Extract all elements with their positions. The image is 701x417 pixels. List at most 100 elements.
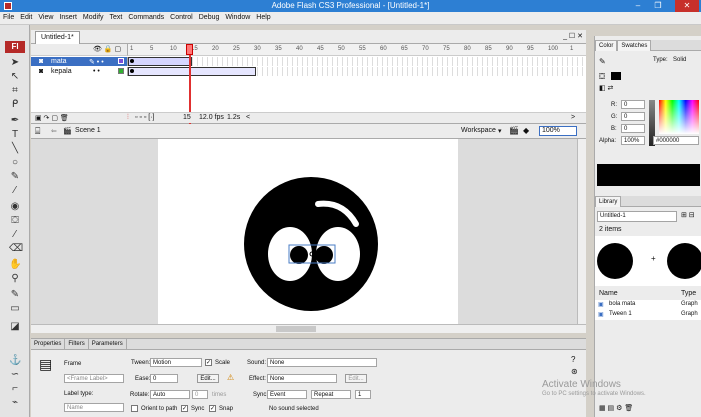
fill-color-icon[interactable]: ▭ xyxy=(9,303,21,315)
accessibility-icon[interactable]: ⊛ xyxy=(571,367,578,376)
snap-checkbox[interactable]: ✓ xyxy=(209,405,216,412)
tab-library[interactable]: Library xyxy=(595,196,622,207)
layer-row-kepala[interactable]: ◙ kepala • • xyxy=(31,67,128,76)
menu-modify[interactable]: Modify xyxy=(80,12,107,21)
horizontal-scrollbar[interactable] xyxy=(31,324,586,333)
smooth-icon[interactable]: ∽ xyxy=(9,369,21,381)
menu-commands[interactable]: Commands xyxy=(125,12,167,21)
effect-select[interactable]: None xyxy=(267,374,337,383)
pencil-tool-icon[interactable]: ✎ xyxy=(9,171,21,183)
col-type[interactable]: Type xyxy=(681,290,696,297)
snap-icon[interactable]: ⚓ xyxy=(9,355,21,367)
line-tool-icon[interactable]: ╲ xyxy=(9,143,21,155)
maximize-button[interactable]: ❐ xyxy=(649,0,667,12)
frame-row-mata[interactable] xyxy=(128,57,586,66)
sync-event-select[interactable]: Event xyxy=(267,390,307,399)
close-button[interactable]: ✕ xyxy=(675,0,699,12)
library-footer-icons[interactable]: ▦ ▤ ⚙ 🗑 xyxy=(599,404,633,412)
orient-checkbox[interactable] xyxy=(131,405,138,412)
sound-select[interactable]: None xyxy=(267,358,377,367)
library-doc-select[interactable]: Untitled-1 xyxy=(597,211,677,222)
workspace-menu[interactable]: Workspace xyxy=(461,127,496,134)
stage[interactable] xyxy=(158,139,458,324)
fill-color-icon[interactable]: ⛋ xyxy=(599,72,605,82)
insert-layer-icon[interactable]: ▣ ↷ ▢ 🗑 xyxy=(35,114,69,122)
brush-tool-icon[interactable]: ⁄ xyxy=(9,185,21,197)
eraser-tool-icon[interactable]: ⌫ xyxy=(9,243,23,255)
document-window-controls[interactable]: _ ☐ ✕ xyxy=(563,32,583,40)
layer-row-mata[interactable]: ◙ mata ✎ • • xyxy=(31,57,128,66)
menu-view[interactable]: View xyxy=(35,12,56,21)
library-item[interactable]: ▣ Tween 1 Graph xyxy=(595,310,701,320)
scale-checkbox[interactable]: ✓ xyxy=(205,359,212,366)
hex-input[interactable]: #000000 xyxy=(653,136,699,145)
edit-bar-icon[interactable]: ⌸ xyxy=(35,126,40,137)
scroll-left-icon[interactable]: < xyxy=(246,114,250,121)
rotate-select[interactable]: Auto xyxy=(150,390,190,399)
menu-help[interactable]: Help xyxy=(253,12,273,21)
swap-colors-icon[interactable]: ◧ ⇄ xyxy=(599,84,613,92)
alpha-input[interactable]: 100% xyxy=(621,136,645,145)
scroll-thumb[interactable] xyxy=(276,326,316,332)
type-select[interactable]: Solid xyxy=(673,57,686,63)
tab-untitled-1[interactable]: Untitled-1* xyxy=(35,31,80,44)
tab-properties[interactable]: Properties xyxy=(31,339,66,349)
onion-skin-icons[interactable]: ▫ ▫ ▫ [·] xyxy=(135,114,155,121)
label-type-select[interactable]: Name xyxy=(64,403,124,412)
ink-bottle-tool-icon[interactable]: ◉ xyxy=(9,201,21,213)
tab-parameters[interactable]: Parameters xyxy=(89,339,127,349)
outline-color-icon[interactable] xyxy=(118,68,124,74)
tween-select[interactable]: Motion xyxy=(150,358,202,367)
g-input[interactable]: 0 xyxy=(621,112,645,121)
back-arrow-icon[interactable]: ⇐ xyxy=(51,127,57,135)
effect-edit-button[interactable]: Edit... xyxy=(345,374,367,383)
menu-text[interactable]: Text xyxy=(107,12,126,21)
options-icon[interactable]: ⌁ xyxy=(9,397,21,409)
col-name[interactable]: Name xyxy=(599,290,618,297)
center-frame-icon[interactable]: ⫶ xyxy=(127,114,129,122)
help-icon[interactable]: ? xyxy=(571,355,575,364)
repeat-count-input[interactable]: 1 xyxy=(355,390,371,399)
lasso-tool-icon[interactable]: ᑭ xyxy=(9,99,21,111)
zoom-select[interactable]: 100% xyxy=(539,126,577,136)
frame-row-kepala[interactable] xyxy=(128,67,586,76)
eye-lock-outline-icons[interactable]: 👁 🔒 ▢ xyxy=(93,45,121,53)
subselection-tool-icon[interactable]: ↖ xyxy=(9,71,21,83)
tab-color[interactable]: Color xyxy=(595,40,618,51)
pin-icon[interactable]: ⊞ ⊟ xyxy=(681,211,695,219)
text-tool-icon[interactable]: T xyxy=(9,129,21,141)
black-white-icon[interactable]: ◪ xyxy=(9,321,21,333)
tab-swatches[interactable]: Swatches xyxy=(617,40,652,51)
straighten-icon[interactable]: ⌐ xyxy=(9,383,21,395)
fill-swatch[interactable] xyxy=(611,72,621,80)
menu-window[interactable]: Window xyxy=(222,12,253,21)
menu-debug[interactable]: Debug xyxy=(196,12,223,21)
menu-insert[interactable]: Insert xyxy=(56,12,80,21)
sync-repeat-select[interactable]: Repeat xyxy=(311,390,351,399)
rotate-times-input[interactable]: 0 xyxy=(192,390,208,399)
scroll-right-icon[interactable]: > xyxy=(571,114,575,121)
oval-tool-icon[interactable]: ○ xyxy=(9,157,21,169)
hand-tool-icon[interactable]: ✋ xyxy=(9,259,21,271)
zoom-tool-icon[interactable]: ⚲ xyxy=(9,273,21,285)
ease-input[interactable]: 0 xyxy=(150,374,178,383)
stroke-color-icon[interactable]: ✎ xyxy=(9,289,21,301)
edit-scene-icon[interactable]: 🎬 xyxy=(509,126,519,135)
library-item[interactable]: ▣ bola mata Graph xyxy=(595,300,701,310)
r-input[interactable]: 0 xyxy=(621,100,645,109)
edit-symbols-icon[interactable]: ◆ xyxy=(523,126,529,135)
b-input[interactable]: 0 xyxy=(621,124,645,133)
selection-tool-icon[interactable]: ➤ xyxy=(9,57,21,69)
workspace-arrow-icon[interactable]: ▾ xyxy=(498,127,502,135)
menu-file[interactable]: File xyxy=(0,12,17,21)
eyedropper-tool-icon[interactable]: ⁄ xyxy=(9,229,21,241)
menu-edit[interactable]: Edit xyxy=(17,12,35,21)
vertical-scrollbar[interactable] xyxy=(577,139,586,329)
sync-checkbox[interactable]: ✓ xyxy=(181,405,188,412)
free-transform-tool-icon[interactable]: ⌗ xyxy=(9,85,21,97)
tab-filters[interactable]: Filters xyxy=(65,339,89,349)
frame-label-input[interactable]: <Frame Label> xyxy=(64,374,124,383)
minimize-button[interactable]: – xyxy=(629,0,647,12)
stroke-color-icon[interactable]: ✎ xyxy=(599,57,606,66)
ease-edit-button[interactable]: Edit... xyxy=(197,374,219,383)
